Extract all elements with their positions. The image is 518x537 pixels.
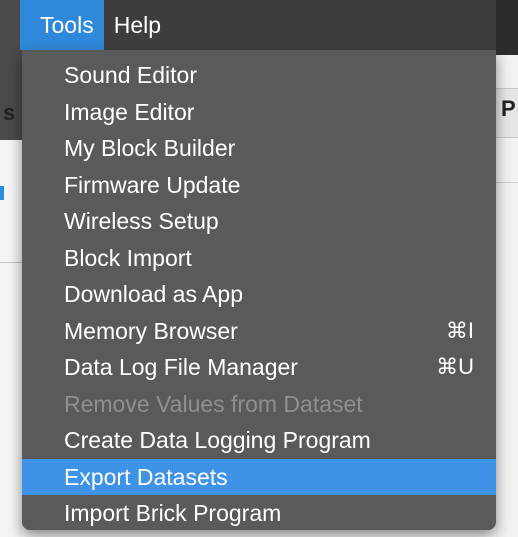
menu-item-label: Import Brick Program bbox=[64, 500, 282, 526]
menu-item-label: Memory Browser bbox=[64, 317, 238, 344]
background-window-right bbox=[496, 0, 518, 537]
screen: s P Tools Help Sound Editor Image Editor… bbox=[0, 0, 518, 537]
menu-item-import-brick-program[interactable]: Import Brick Program bbox=[22, 495, 496, 532]
background-menubar-right bbox=[496, 0, 518, 55]
menu-item-block-import[interactable]: Block Import bbox=[22, 240, 496, 277]
background-text-right: P bbox=[501, 96, 516, 121]
menu-item-wireless-setup[interactable]: Wireless Setup bbox=[22, 203, 496, 240]
menu-item-firmware-update[interactable]: Firmware Update bbox=[22, 167, 496, 204]
menu-item-label: Wireless Setup bbox=[64, 208, 219, 234]
menu-item-export-datasets[interactable]: Export Datasets bbox=[22, 458, 496, 495]
background-selection-marker bbox=[0, 186, 4, 200]
menu-bar: Tools Help bbox=[20, 0, 496, 50]
menu-item-label: Export Datasets bbox=[64, 463, 228, 490]
menubar-tools[interactable]: Tools bbox=[20, 0, 104, 50]
menu-item-image-editor[interactable]: Image Editor bbox=[22, 94, 496, 131]
menu-item-my-block-builder[interactable]: My Block Builder bbox=[22, 130, 496, 167]
menu-item-label: My Block Builder bbox=[64, 135, 236, 161]
menu-item-label: Block Import bbox=[64, 244, 192, 271]
menu-item-label: Remove Values from Dataset bbox=[64, 390, 363, 417]
menu-item-remove-values-from-dataset: Remove Values from Dataset bbox=[22, 386, 496, 423]
background-window-left bbox=[0, 0, 22, 537]
menu-item-label: Create Data Logging Program bbox=[64, 427, 371, 453]
menu-item-memory-browser[interactable]: Memory Browser ⌘I bbox=[22, 313, 496, 350]
background-divider-right bbox=[496, 182, 518, 183]
menu-item-sound-editor[interactable]: Sound Editor bbox=[22, 57, 496, 94]
menu-item-label: Image Editor bbox=[64, 98, 195, 125]
menu-item-label: Data Log File Manager bbox=[64, 354, 298, 380]
background-divider bbox=[0, 262, 22, 263]
tools-menu: Sound Editor Image Editor My Block Build… bbox=[22, 50, 496, 530]
shortcut-data-log-file-manager: ⌘U bbox=[436, 354, 474, 379]
shortcut-memory-browser: ⌘I bbox=[445, 317, 474, 343]
menu-item-label: Download as App bbox=[64, 281, 244, 307]
menu-item-label: Sound Editor bbox=[64, 62, 197, 88]
menu-item-label: Firmware Update bbox=[64, 171, 241, 198]
menu-item-create-data-logging-program[interactable]: Create Data Logging Program bbox=[22, 422, 496, 459]
menubar-help[interactable]: Help bbox=[104, 0, 171, 50]
background-text-left: s bbox=[3, 100, 16, 125]
menu-item-download-as-app[interactable]: Download as App bbox=[22, 276, 496, 313]
menu-item-data-log-file-manager[interactable]: Data Log File Manager ⌘U bbox=[22, 349, 496, 386]
